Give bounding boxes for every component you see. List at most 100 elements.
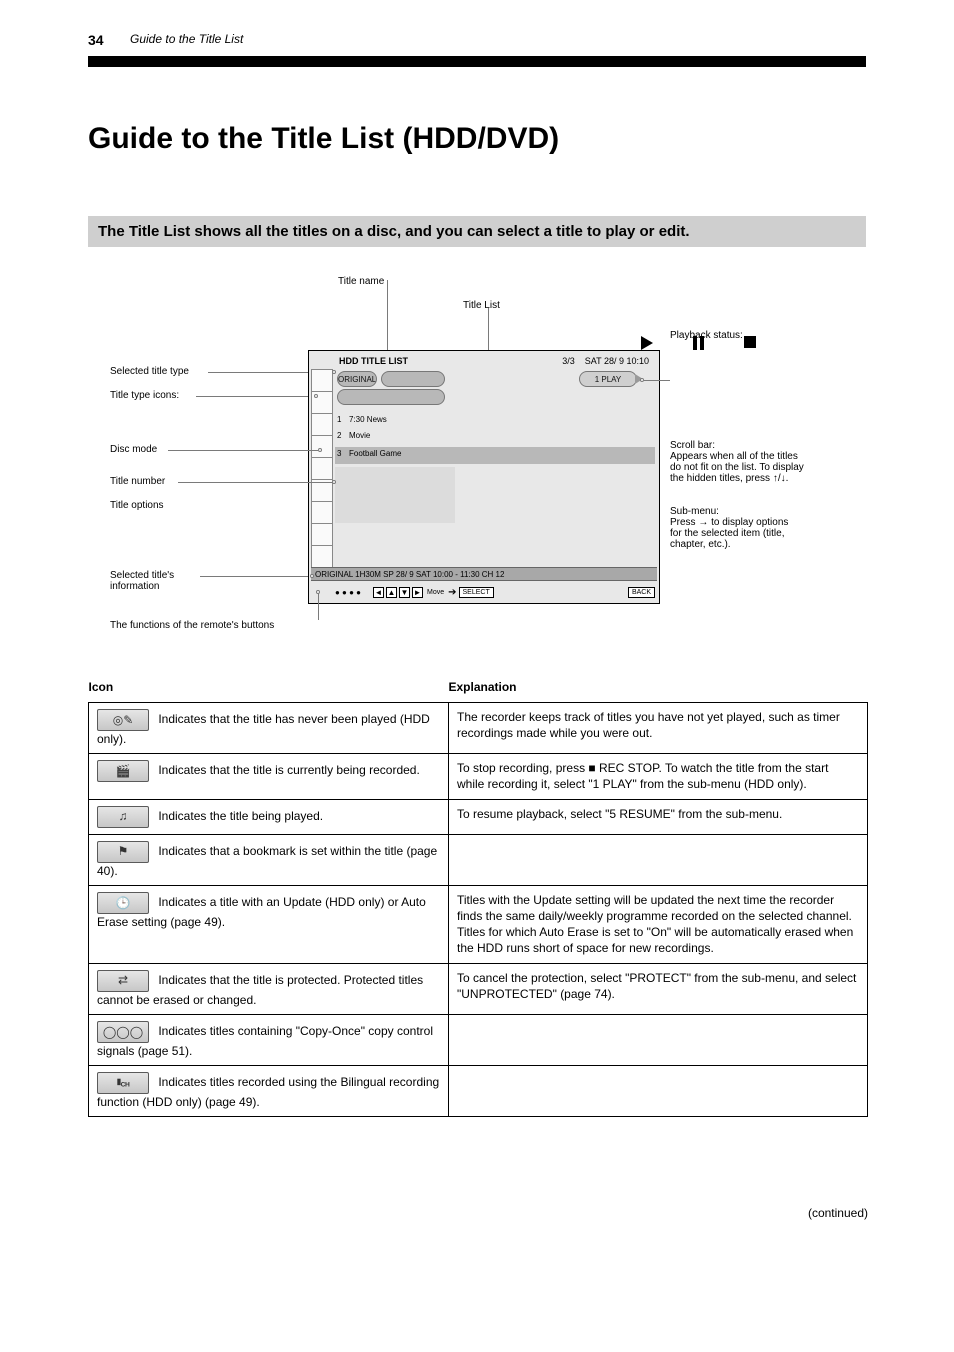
arrow-right-icon: ► xyxy=(412,587,423,598)
hint-select: SELECT xyxy=(459,587,494,598)
callout-title-name: Title name xyxy=(338,276,384,287)
icon-description: Indicates the title being played. xyxy=(155,809,323,823)
pill-combined xyxy=(337,389,445,405)
row-num: 1 xyxy=(337,415,341,424)
leader-dot xyxy=(314,394,318,398)
pill-title-kind xyxy=(381,371,445,387)
screen-title-right: 3/3 SAT 28/ 9 10:10 xyxy=(562,356,649,366)
transfer-icon: ⇄ xyxy=(97,970,149,992)
music-icon: ♫ xyxy=(97,806,149,828)
submenu-block xyxy=(335,467,455,523)
table-cell-explanation: To stop recording, press ■ REC STOP. To … xyxy=(449,754,868,799)
callout-playback-status: Playback status: xyxy=(670,330,743,341)
table-row: ◎✎ Indicates that the title has never be… xyxy=(89,703,868,754)
screen-title-num: 3/3 xyxy=(562,356,575,366)
sidebar-cell xyxy=(311,523,333,546)
leader-line xyxy=(200,576,308,577)
leader-dot xyxy=(318,448,322,452)
table-cell-explanation xyxy=(449,1014,868,1065)
th-explanation: Explanation xyxy=(449,676,868,703)
table-cell-explanation: The recorder keeps track of titles you h… xyxy=(449,703,868,754)
table-cell-icon: ⚑ Indicates that a bookmark is set withi… xyxy=(89,834,449,885)
hint-back: BACK xyxy=(628,587,655,598)
arrow-down-icon: ▼ xyxy=(399,587,410,598)
arrow-up-icon: ▲ xyxy=(386,587,397,598)
screen-title: HDD TITLE LIST xyxy=(339,356,408,366)
table-cell-explanation: Titles with the Update setting will be u… xyxy=(449,885,868,963)
sidebar-cell xyxy=(311,457,333,480)
table-cell-icon: ▮CH Indicates titles recorded using the … xyxy=(89,1065,449,1116)
screen-sidebar xyxy=(311,369,333,577)
table-row: ♫ Indicates the title being played. To re… xyxy=(89,799,868,834)
stop-icon xyxy=(744,336,756,350)
clapper-icon: 🎬 xyxy=(97,760,149,782)
callout-title-number: Title number xyxy=(110,476,165,487)
table-row: 🎬 Indicates that the title is currently … xyxy=(89,754,868,799)
icon-table: Icon Explanation ◎✎ Indicates that the t… xyxy=(88,676,868,1117)
sidebar-cell xyxy=(311,501,333,524)
leader-line xyxy=(318,592,319,620)
intro-band: The Title List shows all the titles on a… xyxy=(88,216,866,247)
header-rule xyxy=(88,56,866,67)
callout-selected-info: Selected title's information xyxy=(110,570,174,592)
sidebar-cell xyxy=(311,369,333,392)
leader-dot xyxy=(640,378,644,382)
table-cell-icon: ◎✎ Indicates that the title has never be… xyxy=(89,703,449,754)
th-icon: Icon xyxy=(89,676,449,703)
table-row: ⚑ Indicates that a bookmark is set withi… xyxy=(89,834,868,885)
rings-icon: ◯◯◯ xyxy=(97,1021,149,1043)
screen-title-date: SAT 28/ 9 10:10 xyxy=(585,356,649,366)
table-cell-explanation: To cancel the protection, select "PROTEC… xyxy=(449,963,868,1014)
ch-icon: ▮CH xyxy=(97,1072,149,1094)
arrow-icon: ➔ xyxy=(448,587,456,598)
screen-status-bar: ORIGINAL 1H30M SP 28/ 9 SAT 10:00 - 11:3… xyxy=(311,567,657,581)
leader-dot xyxy=(332,480,336,484)
row-title-1: 7:30 News xyxy=(349,415,387,424)
table-cell-explanation xyxy=(449,1065,868,1116)
sidebar-cell xyxy=(311,435,333,458)
sidebar-cell xyxy=(311,545,333,568)
icon-description: Indicates that the title is currently be… xyxy=(155,763,420,777)
leader-dot xyxy=(310,574,314,578)
row-num: 2 xyxy=(337,431,341,440)
pill-disc-mode: ORIGINAL xyxy=(337,371,377,387)
screen-bottom-hints: ● ● ● ● ◄ ▲ ▼ ► Move ➔ SELECT BACK xyxy=(335,585,655,599)
flag-icon: ⚑ xyxy=(97,841,149,863)
diagram: HDD TITLE LIST 3/3 SAT 28/ 9 10:10 ORIGI… xyxy=(88,280,866,640)
icon-table-wrap: Icon Explanation ◎✎ Indicates that the t… xyxy=(88,676,868,1117)
hint-move-label: Move xyxy=(427,589,444,596)
callout-title-list: Title List xyxy=(463,300,500,311)
callout-remote-buttons: The functions of the remote's buttons xyxy=(110,620,274,631)
running-head: Guide to the Title List xyxy=(130,32,243,46)
table-cell-explanation: To resume playback, select "5 RESUME" fr… xyxy=(449,799,868,834)
pill-play-mode: 1 PLAY xyxy=(579,371,637,387)
sidebar-cell xyxy=(311,413,333,436)
table-row: ◯◯◯ Indicates titles containing "Copy-On… xyxy=(89,1014,868,1065)
callout-submenu: Sub-menu: Press → to display options for… xyxy=(670,506,788,550)
page: 34 Guide to the Title List Guide to the … xyxy=(0,0,954,1352)
leader-line xyxy=(178,482,332,483)
table-cell-icon: ◯◯◯ Indicates titles containing "Copy-On… xyxy=(89,1014,449,1065)
continued-label: (continued) xyxy=(808,1206,868,1220)
table-row: ⇄ Indicates that the title is protected.… xyxy=(89,963,868,1014)
page-number: 34 xyxy=(88,32,104,48)
leader-line xyxy=(196,396,308,397)
leader-dot xyxy=(332,370,336,374)
clock-icon: 🕒 xyxy=(97,892,149,914)
leader-line xyxy=(168,450,318,451)
table-cell-explanation xyxy=(449,834,868,885)
callout-selected-title-type: Selected title type xyxy=(110,366,189,377)
row-title-2: Movie xyxy=(349,431,370,440)
arrow-left-icon: ◄ xyxy=(373,587,384,598)
disc-cam-icon: ◎✎ xyxy=(97,709,149,731)
play-icon xyxy=(641,336,653,350)
callout-disc-mode: Disc mode xyxy=(110,444,157,455)
leader-dot xyxy=(316,590,320,594)
table-cell-icon: ⇄ Indicates that the title is protected.… xyxy=(89,963,449,1014)
row-num: 3 xyxy=(337,449,341,458)
callout-title-options: Title options xyxy=(110,500,164,511)
table-cell-icon: 🕒 Indicates a title with an Update (HDD … xyxy=(89,885,449,963)
row-title-3: Football Game xyxy=(349,449,401,458)
table-row: ▮CH Indicates titles recorded using the … xyxy=(89,1065,868,1116)
callout-title-type-icons: Title type icons: xyxy=(110,390,179,401)
